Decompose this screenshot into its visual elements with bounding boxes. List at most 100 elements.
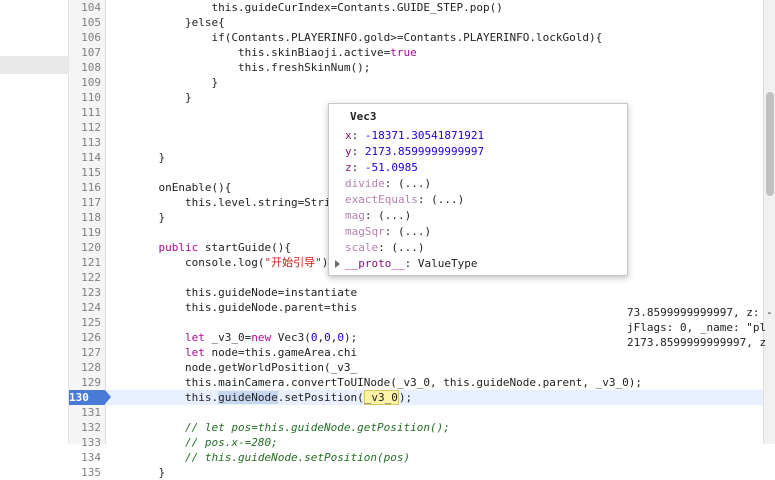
line-number[interactable]: 134 <box>69 450 101 465</box>
property-row-exactEquals[interactable]: exactEquals: (...) <box>345 192 484 208</box>
line-number[interactable]: 105 <box>69 15 101 30</box>
property-key: mag <box>345 209 365 222</box>
code-line[interactable]: 133 // pos.x-=280; <box>69 435 763 450</box>
code-text: public startGuide(){ <box>132 240 291 255</box>
line-number[interactable]: 130 <box>69 391 89 404</box>
code-token: this.skinBiaoji.active= <box>132 46 391 59</box>
code-text: // this.guideNode.setPosition(pos) <box>132 450 410 465</box>
line-number[interactable]: 129 <box>69 375 101 390</box>
code-line[interactable]: 123 this.guideNode=instantiate <box>69 285 763 300</box>
vertical-scrollbar[interactable] <box>763 0 775 444</box>
inline-value-127: jFlags: 0, _name: "pl <box>627 321 767 334</box>
property-value: 2173.8599999999997 <box>364 145 485 158</box>
line-number[interactable]: 118 <box>69 210 101 225</box>
code-text: this.freshSkinNum(); <box>132 60 370 75</box>
property-separator: : <box>384 225 398 238</box>
property-value: (...) <box>391 241 425 254</box>
code-line[interactable]: 107 this.skinBiaoji.active=true <box>69 45 763 60</box>
code-line-current[interactable]: 130 this.guideNode.setPosition(_v3_0); <box>69 390 763 405</box>
code-text: this.guideNode.setPosition(_v3_0); <box>132 390 412 405</box>
line-number[interactable]: 108 <box>69 60 101 75</box>
code-token: startGuide(){ <box>198 241 291 254</box>
code-line[interactable]: 105 }else{ <box>69 15 763 30</box>
line-number[interactable]: 112 <box>69 120 101 135</box>
code-token: ); <box>398 391 413 404</box>
code-token: .setPosition( <box>277 391 364 404</box>
code-token: let <box>184 346 205 359</box>
property-separator: : <box>364 209 379 222</box>
code-line[interactable]: 104 this.guideCurIndex=Contants.GUIDE_ST… <box>69 0 763 15</box>
line-number[interactable]: 126 <box>69 330 101 345</box>
line-number[interactable]: 123 <box>69 285 101 300</box>
line-number[interactable]: 104 <box>69 0 101 15</box>
code-token: node=this.gameArea.chi <box>204 346 358 359</box>
line-number[interactable]: 116 <box>69 180 101 195</box>
code-token: this.guideNode=instantiate <box>132 286 358 299</box>
property-row-x: x: -18371.30541871921 <box>345 128 484 144</box>
code-text: this.mainCamera.convertToUINode(_v3_0, t… <box>132 375 642 390</box>
property-separator: : <box>378 241 392 254</box>
property-row-divide[interactable]: divide: (...) <box>345 176 484 192</box>
code-text: this.guideNode=instantiate <box>132 285 357 300</box>
property-separator: : <box>351 129 365 142</box>
code-token: } <box>132 151 166 164</box>
line-number[interactable]: 119 <box>69 225 101 240</box>
line-number[interactable]: 124 <box>69 300 101 315</box>
scrollbar-thumb[interactable] <box>766 92 774 196</box>
line-number[interactable]: 131 <box>69 405 101 420</box>
code-line[interactable]: 131 <box>69 405 763 420</box>
property-row-scale[interactable]: scale: (...) <box>345 240 484 256</box>
line-number[interactable]: 135 <box>69 465 101 480</box>
line-number[interactable]: 115 <box>69 165 101 180</box>
code-token: this.guideNode.parent=this <box>132 301 358 314</box>
expand-triangle-icon[interactable] <box>335 260 340 268</box>
code-line[interactable]: 109 } <box>69 75 763 90</box>
selected-file-row[interactable] <box>0 56 68 74</box>
line-number[interactable]: 110 <box>69 90 101 105</box>
line-number[interactable]: 117 <box>69 195 101 210</box>
line-number[interactable]: 121 <box>69 255 101 270</box>
property-row-magSqr[interactable]: magSqr: (...) <box>345 224 484 240</box>
property-key: z <box>345 161 352 174</box>
inline-value-128: 2173.8599999999997, z <box>627 336 767 349</box>
property-value: -51.0985 <box>364 161 418 174</box>
code-line[interactable]: 128 node.getWorldPosition(_v3_ <box>69 360 763 375</box>
code-text: let _v3_0=new Vec3(0,0,0); <box>132 330 357 345</box>
line-number[interactable]: 125 <box>69 315 101 330</box>
line-number[interactable]: 128 <box>69 360 101 375</box>
code-line[interactable]: 106 if(Contants.PLAYERINFO.gold>=Contant… <box>69 30 763 45</box>
code-token: } <box>132 76 219 89</box>
code-line[interactable]: 132 // let pos=this.guideNode.getPositio… <box>69 420 763 435</box>
code-token: if(Contants.PLAYERINFO.gold>=Contants.PL… <box>132 31 603 44</box>
hovered-token[interactable]: _v3_0 <box>363 390 399 405</box>
line-number[interactable]: 122 <box>69 270 101 285</box>
code-line[interactable]: 108 this.freshSkinNum(); <box>69 60 763 75</box>
line-number[interactable]: 109 <box>69 75 101 90</box>
code-text: this.level.string=String(C <box>132 195 357 210</box>
line-number[interactable]: 114 <box>69 150 101 165</box>
property-row-proto[interactable]: __proto__: ValueType <box>335 256 484 272</box>
code-line[interactable]: 129 this.mainCamera.convertToUINode(_v3_… <box>69 375 763 390</box>
selected-token[interactable]: guideNode <box>218 391 278 404</box>
line-number[interactable]: 106 <box>69 30 101 45</box>
code-token: ); <box>343 331 358 344</box>
property-key: __proto__ <box>345 257 405 270</box>
code-text: // pos.x-=280; <box>132 435 278 450</box>
line-number[interactable]: 107 <box>69 45 101 60</box>
code-line[interactable]: 134 // this.guideNode.setPosition(pos) <box>69 450 763 465</box>
line-number[interactable]: 132 <box>69 420 101 435</box>
line-number[interactable]: 111 <box>69 105 101 120</box>
code-text: onEnable(){ <box>132 180 231 195</box>
code-text: } <box>132 210 165 225</box>
property-value: (...) <box>398 177 432 190</box>
variable-inspector-popover[interactable]: Vec3 x: -18371.30541871921 y: 2173.859999… <box>328 103 628 276</box>
property-row-mag[interactable]: mag: (...) <box>345 208 484 224</box>
line-number[interactable]: 133 <box>69 435 101 450</box>
line-number[interactable]: 127 <box>69 345 101 360</box>
line-number[interactable]: 120 <box>69 240 101 255</box>
line-number[interactable]: 113 <box>69 135 101 150</box>
code-line[interactable]: 135 } <box>69 465 763 480</box>
code-token: _v3_0= <box>204 331 252 344</box>
